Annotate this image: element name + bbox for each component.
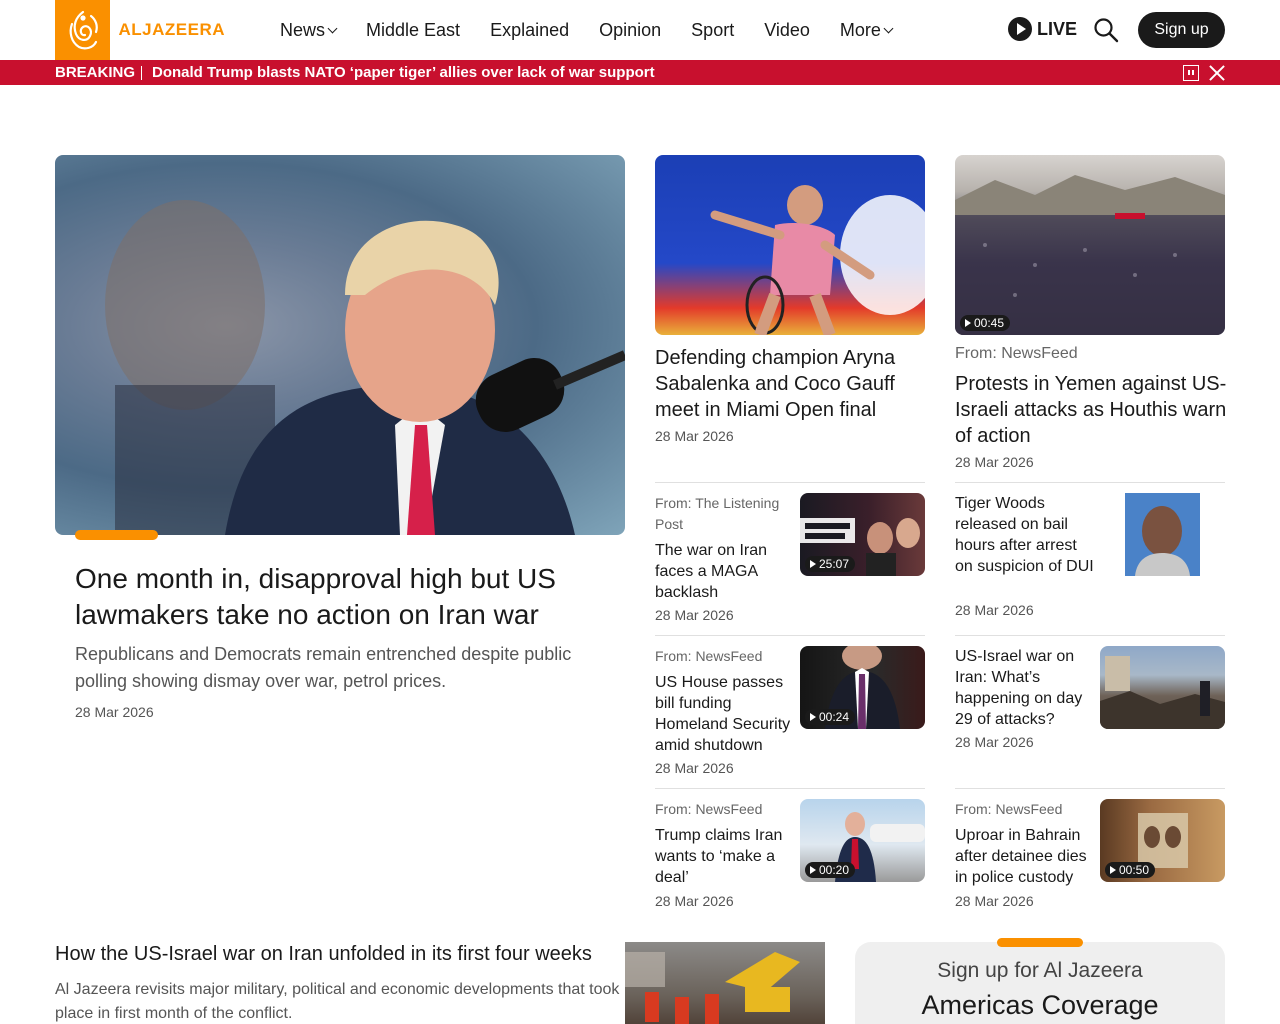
- site-header: ALJAZEERA News Middle East Explained Opi…: [0, 0, 1280, 60]
- nav-item-label: Middle East: [366, 19, 461, 40]
- card-headline[interactable]: US-Israel war on Iran: What’s happening …: [955, 646, 1095, 730]
- card-headline[interactable]: Protests in Yemen against US-Israeli att…: [955, 371, 1230, 449]
- nav-item-label: More: [839, 19, 881, 40]
- card-date: 28 Mar 2026: [655, 428, 734, 444]
- card-headline[interactable]: Uproar in Bahrain after detainee dies in…: [955, 825, 1095, 888]
- logo-wordmark: ALJAZEERA: [118, 20, 225, 39]
- newsletter-subject: Americas Coverage: [921, 990, 1159, 1020]
- divider: [655, 482, 925, 483]
- card-date: 28 Mar 2026: [955, 602, 1034, 618]
- hero-accent-tab: [75, 530, 158, 540]
- card-date: 28 Mar 2026: [655, 893, 734, 909]
- video-duration-badge: 25:07: [805, 556, 856, 572]
- sign-up-button[interactable]: Sign up: [1138, 12, 1225, 48]
- chevron-down-icon: [883, 23, 894, 33]
- video-duration-badge: 00:20: [805, 862, 856, 878]
- nav-item-label: Sport: [691, 19, 735, 40]
- nav-item-label: Explained: [490, 19, 570, 40]
- card-headline[interactable]: Tiger Woods released on bail hours after…: [955, 493, 1095, 577]
- divider: [655, 635, 925, 636]
- pause-icon[interactable]: [1183, 65, 1199, 81]
- nav-item-opinion[interactable]: Opinion: [599, 20, 661, 41]
- video-duration-badge: 00:24: [805, 709, 856, 725]
- card-image-us-house[interactable]: 00:24: [800, 646, 925, 729]
- card-date: 28 Mar 2026: [955, 454, 1034, 470]
- card-headline[interactable]: The war on Iran faces a MAGA backlash: [655, 540, 795, 603]
- breaking-label: BREAKING: [55, 64, 136, 81]
- main-nav: News Middle East Explained Opinion Sport…: [280, 0, 922, 60]
- card-headline[interactable]: Defending champion Aryna Sabalenka and C…: [655, 345, 925, 423]
- nav-item-video[interactable]: Video: [764, 20, 810, 41]
- divider: [955, 635, 1225, 636]
- card-date: 28 Mar 2026: [955, 893, 1034, 909]
- breaking-headline-link[interactable]: Donald Trump blasts NATO ‘paper tiger’ a…: [152, 64, 655, 81]
- nav-item-label: News: [280, 19, 326, 40]
- nav-item-sport[interactable]: Sport: [691, 20, 734, 41]
- card-image-listening-post[interactable]: 25:07: [800, 493, 925, 576]
- nav-item-more[interactable]: More: [839, 19, 894, 41]
- card-source: From: NewsFeed: [955, 801, 1063, 817]
- card-image-tennis[interactable]: [655, 155, 925, 335]
- newsletter-accent-tab: [997, 938, 1083, 947]
- live-label: LIVE: [1037, 18, 1078, 39]
- card-headline[interactable]: US House passes bill funding Homeland Se…: [655, 672, 795, 756]
- card-date: 28 Mar 2026: [655, 607, 734, 623]
- card-source: From: NewsFeed: [955, 345, 1078, 362]
- live-button[interactable]: LIVE: [1008, 17, 1077, 41]
- card-headline[interactable]: Trump claims Iran wants to ‘make a deal’: [655, 825, 795, 888]
- hero-headline[interactable]: One month in, disapproval high but US la…: [75, 561, 605, 633]
- nav-item-news[interactable]: News: [280, 19, 338, 41]
- close-icon[interactable]: [1208, 64, 1226, 82]
- divider: [955, 788, 1225, 789]
- card-image-bahrain[interactable]: 00:50: [1100, 799, 1225, 882]
- hero-summary: Republicans and Democrats remain entrenc…: [75, 644, 572, 691]
- newsletter-signup-box[interactable]: Sign up for Al Jazeera Americas Coverage: [855, 942, 1225, 1024]
- chevron-down-icon: [327, 23, 338, 33]
- divider: [955, 482, 1225, 483]
- nav-item-label: Opinion: [599, 19, 662, 40]
- breaking-news-bar: BREAKING Donald Trump blasts NATO ‘paper…: [0, 60, 1280, 85]
- card-image-iran-strikes[interactable]: [1100, 646, 1225, 729]
- breaking-divider: [141, 66, 142, 80]
- nav-item-middle-east[interactable]: Middle East: [366, 20, 460, 41]
- card-source: From: NewsFeed: [655, 801, 763, 817]
- search-icon: [1094, 18, 1119, 43]
- hero-date: 28 Mar 2026: [75, 704, 154, 720]
- aljazeera-logo[interactable]: ALJAZEERA: [55, 0, 225, 60]
- search-button[interactable]: [1093, 17, 1119, 43]
- card-date: 28 Mar 2026: [655, 760, 734, 776]
- feature-headline[interactable]: How the US-Israel war on Iran unfolded i…: [55, 943, 592, 966]
- aljazeera-logo-mark-icon: [55, 0, 111, 60]
- nav-item-explained[interactable]: Explained: [490, 20, 569, 41]
- newsletter-heading: Sign up for Al Jazeera: [937, 959, 1143, 982]
- feature-image-rescue-workers[interactable]: [625, 942, 825, 1024]
- video-duration-badge: 00:45: [960, 315, 1011, 331]
- card-date: 28 Mar 2026: [955, 734, 1034, 750]
- nav-item-label: Video: [764, 19, 810, 40]
- card-image-tiger-woods[interactable]: [1125, 493, 1200, 576]
- divider: [655, 788, 925, 789]
- play-icon: [1008, 17, 1032, 41]
- video-duration-badge: 00:50: [1105, 862, 1156, 878]
- card-source: From: The Listening Post: [655, 495, 780, 532]
- card-source: From: NewsFeed: [655, 648, 763, 664]
- feature-summary: Al Jazeera revisits major military, poli…: [55, 981, 620, 1022]
- card-image-trump-deal[interactable]: 00:20: [800, 799, 925, 882]
- hero-image[interactable]: [55, 155, 625, 535]
- card-image-yemen-protest[interactable]: 00:45: [955, 155, 1225, 335]
